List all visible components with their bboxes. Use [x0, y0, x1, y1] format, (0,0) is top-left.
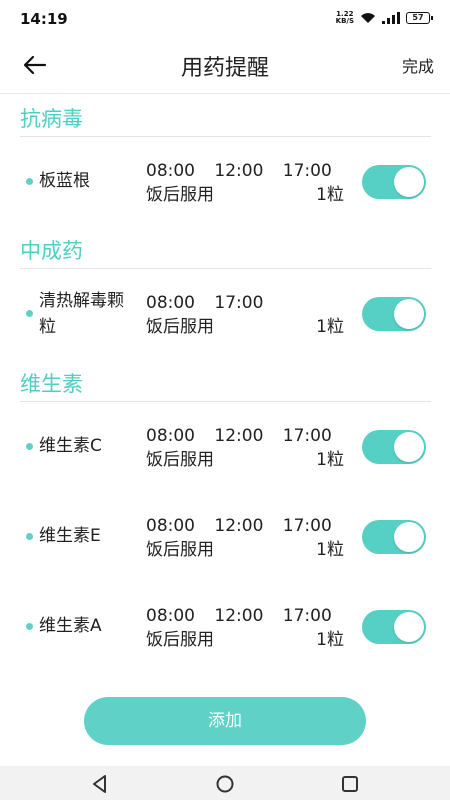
medicine-name: 板蓝根 [39, 171, 90, 191]
bullet-dot-icon [26, 178, 33, 185]
reminder-item: 板蓝根 08:00 12:00 17:00 饭后服用 1粒 [0, 159, 450, 219]
triangle-back-icon [93, 775, 106, 793]
bullet-dot-icon [26, 533, 33, 540]
reminder-toggle[interactable] [362, 520, 426, 554]
reminder-times: 08:00 12:00 17:00 [146, 516, 332, 536]
reminder-toggle[interactable] [362, 165, 426, 199]
instruction: 饭后服用 [146, 185, 214, 205]
reminder-toggle[interactable] [362, 610, 426, 644]
reminder-item: 维生素A 08:00 12:00 17:00 饭后服用 1粒 [0, 604, 450, 664]
section-title: 抗病毒 [20, 107, 83, 131]
quantity: 1粒 [316, 185, 344, 205]
net-speed: 1.22 KB/S [336, 11, 354, 25]
quantity: 1粒 [316, 317, 344, 337]
instruction: 饭后服用 [146, 450, 214, 470]
nav-back-button[interactable] [89, 773, 111, 795]
bullet-dot-icon [26, 623, 33, 630]
quantity: 1粒 [316, 630, 344, 650]
reminder-toggle[interactable] [362, 297, 426, 331]
toggle-knob [394, 522, 424, 552]
medicine-name: 维生素A [39, 616, 102, 636]
section-header: 中成药 [20, 227, 431, 269]
reminder-item: 清热解毒颗 粒 08:00 17:00 饭后服用 1粒 [0, 291, 450, 351]
nav-home-button[interactable] [214, 773, 236, 795]
circle-home-icon [216, 775, 234, 793]
system-nav-bar [0, 766, 450, 800]
add-button[interactable]: 添加 [84, 697, 366, 745]
reminder-list: 抗病毒 板蓝根 08:00 12:00 17:00 饭后服用 1粒 中成药 清热… [0, 95, 450, 695]
reminder-item: 维生素C 08:00 12:00 17:00 饭后服用 1粒 [0, 424, 450, 484]
reminder-toggle[interactable] [362, 430, 426, 464]
app-header: 用药提醒 完成 [0, 38, 450, 94]
status-bar: 14:19 1.22 KB/S 57 [0, 0, 450, 38]
section-header: 抗病毒 [20, 95, 431, 137]
battery-icon: 57 [406, 12, 433, 24]
done-button[interactable]: 完成 [402, 53, 434, 77]
back-button[interactable] [18, 50, 52, 80]
net-speed-unit: KB/S [335, 17, 354, 25]
reminder-times: 08:00 12:00 17:00 [146, 426, 332, 446]
reminder-times: 08:00 17:00 [146, 293, 264, 313]
arrow-left-icon [23, 55, 47, 75]
toggle-knob [394, 432, 424, 462]
nav-recent-button[interactable] [339, 773, 361, 795]
signal-icon [382, 12, 400, 24]
medicine-name-line1: 清热解毒颗 [39, 291, 124, 311]
medicine-name: 清热解毒颗 粒 [39, 288, 124, 340]
instruction: 饭后服用 [146, 630, 214, 650]
status-time: 14:19 [20, 10, 68, 28]
section-title: 中成药 [20, 239, 83, 263]
quantity: 1粒 [316, 540, 344, 560]
page-title: 用药提醒 [180, 56, 269, 81]
reminder-item: 维生素E 08:00 12:00 17:00 饭后服用 1粒 [0, 514, 450, 574]
section-header: 维生素 [20, 360, 431, 402]
medicine-name: 维生素E [39, 526, 101, 546]
medicine-name-line2: 粒 [39, 317, 56, 337]
square-recent-icon [342, 776, 358, 792]
bullet-dot-icon [26, 443, 33, 450]
bullet-dot-icon [26, 310, 33, 317]
instruction: 饭后服用 [146, 317, 214, 337]
medicine-name: 维生素C [39, 436, 102, 456]
wifi-icon [361, 13, 375, 23]
toggle-knob [394, 167, 424, 197]
toggle-knob [394, 612, 424, 642]
instruction: 饭后服用 [146, 540, 214, 560]
quantity: 1粒 [316, 450, 344, 470]
reminder-times: 08:00 12:00 17:00 [146, 161, 332, 181]
reminder-times: 08:00 12:00 17:00 [146, 606, 332, 626]
toggle-knob [394, 299, 424, 329]
status-icons: 1.22 KB/S 57 [336, 11, 433, 25]
section-title: 维生素 [20, 372, 83, 396]
